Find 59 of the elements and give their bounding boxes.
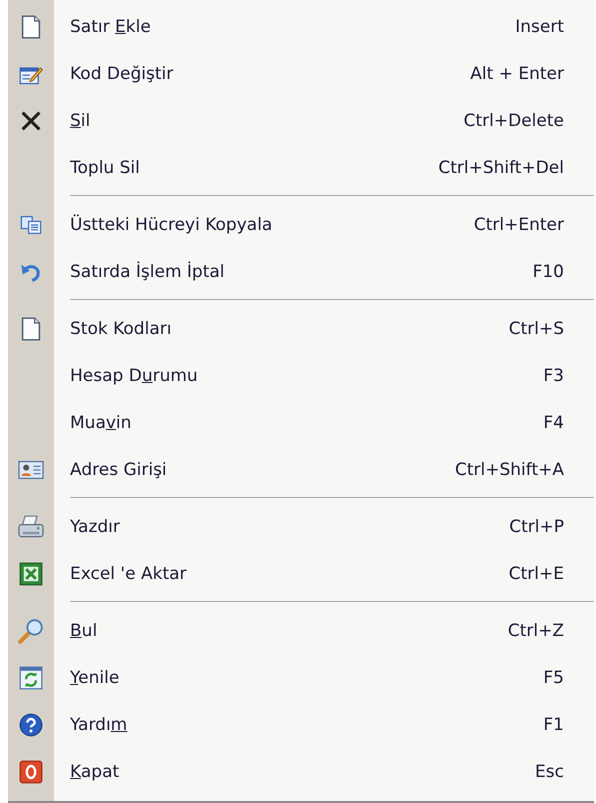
refresh-icon — [19, 666, 43, 690]
menu-item[interactable]: Üstteki Hücreyi Kopyala Ctrl+Enter — [8, 201, 594, 248]
menu-item-label: Sil — [70, 110, 92, 130]
menu-item-label: Kapat — [70, 762, 120, 782]
menu-item-label: Excel 'e Aktar — [70, 564, 188, 584]
shortcut-label: Ctrl+Z — [508, 620, 564, 640]
shortcut-label: Esc — [535, 762, 564, 782]
menu-item[interactable]: Excel 'e Aktar Ctrl+E — [8, 550, 594, 597]
menu-item-label: Satırda İşlem İptal — [70, 262, 226, 282]
menu-item[interactable]: Satırda İşlem İptal F10 — [8, 248, 594, 295]
shortcut-label: Ctrl+Enter — [474, 214, 564, 234]
menu-item-label: Üstteki Hücreyi Kopyala — [70, 214, 274, 234]
menu-item-label: Kod Değiştir — [70, 64, 174, 84]
power-icon — [19, 760, 43, 784]
shortcut-label: F5 — [543, 668, 564, 688]
shortcut-label: Ctrl+Shift+Del — [438, 158, 564, 178]
menu-item[interactable]: Satır Ekle Insert — [8, 3, 594, 50]
menu-item[interactable]: Kapat Esc — [8, 748, 594, 795]
shortcut-label: Ctrl+Delete — [464, 110, 564, 130]
shortcut-label: F4 — [543, 412, 564, 432]
page-icon — [21, 316, 41, 340]
shortcut-label: F1 — [543, 714, 564, 734]
menu-item[interactable]: Sil Ctrl+Delete — [8, 97, 594, 144]
shortcut-label: Ctrl+E — [508, 564, 564, 584]
menu-item[interactable]: Kod Değiştir Alt + Enter — [8, 50, 594, 97]
menu-item[interactable]: Hesap Durumu F3 — [8, 352, 594, 399]
menu-item-label: Yazdır — [70, 516, 121, 536]
menu-item-label: Hesap Durumu — [70, 366, 199, 386]
page-icon — [21, 14, 41, 38]
menu-item-label: Bul — [70, 620, 98, 640]
menu-item-label: Toplu Sil — [70, 158, 141, 178]
menu-item[interactable]: Stok Kodları Ctrl+S — [8, 305, 594, 352]
shortcut-label: Ctrl+Shift+A — [454, 460, 564, 480]
shortcut-label: Alt + Enter — [470, 64, 564, 84]
menu-item-label: Stok Kodları — [70, 318, 172, 338]
copy-icon — [20, 214, 42, 234]
search-icon — [18, 617, 44, 644]
printer-icon — [18, 514, 44, 538]
shortcut-label: Ctrl+S — [508, 318, 564, 338]
menu-item[interactable]: Muavin F4 — [8, 399, 594, 446]
help-icon — [19, 712, 43, 736]
menu-item-label: Adres Girişi — [70, 460, 168, 480]
shortcut-label: F10 — [532, 262, 564, 282]
menu-item-label: Muavin — [70, 412, 132, 432]
menu-item[interactable]: Yardım F1 — [8, 701, 594, 748]
menu-item[interactable]: Yenile F5 — [8, 654, 594, 701]
menu-item-label: Yardım — [70, 714, 128, 734]
shortcut-label: Insert — [515, 16, 564, 36]
address-card-icon — [18, 460, 44, 480]
shortcut-label: F3 — [543, 366, 564, 386]
menu-item[interactable]: Yazdır Ctrl+P — [8, 503, 594, 550]
spreadsheet-icon — [19, 562, 43, 586]
menu-item-label: Yenile — [70, 668, 120, 688]
menu-item[interactable]: Adres Girişi Ctrl+Shift+A — [8, 446, 594, 493]
menu-item[interactable]: Toplu Sil Ctrl+Shift+Del — [8, 144, 594, 191]
delete-icon — [20, 110, 42, 132]
shortcut-label: Ctrl+P — [509, 516, 564, 536]
menu-item-label: Satır Ekle — [70, 16, 152, 36]
menu-item[interactable]: Bul Ctrl+Z — [8, 607, 594, 654]
